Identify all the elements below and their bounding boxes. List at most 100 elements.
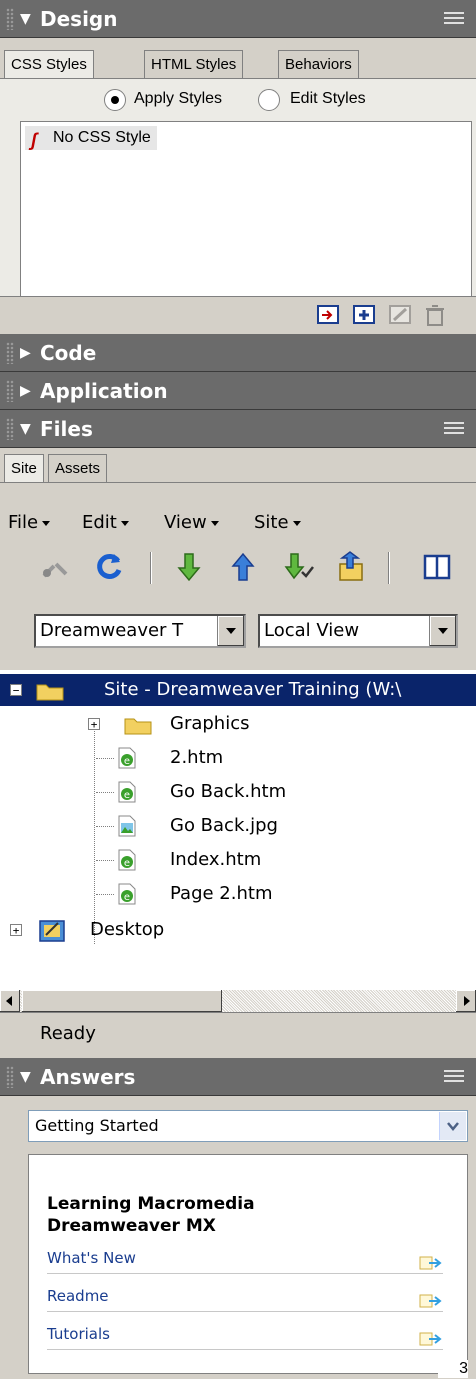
tree-item-label: 2.htm [170, 747, 224, 768]
html-file-icon: e [118, 883, 136, 905]
toolbar-separator [150, 552, 152, 584]
panel-title: Application [40, 379, 168, 403]
tree-root-row[interactable]: − Site - Dreamweaver Training (W:\ [0, 674, 476, 706]
menu-edit[interactable]: Edit [82, 508, 129, 538]
panel-title: Answers [40, 1065, 136, 1089]
tree-line [94, 722, 95, 944]
scroll-thumb[interactable] [22, 990, 222, 1012]
tab-site[interactable]: Site [4, 454, 44, 482]
go-arrow-icon[interactable] [419, 1327, 443, 1346]
chevron-down-icon[interactable] [217, 616, 244, 646]
put-files-icon[interactable] [226, 550, 260, 584]
scroll-right-icon[interactable] [456, 990, 476, 1012]
grip-icon[interactable] [6, 380, 14, 402]
answers-heading: Learning Macromedia Dreamweaver MX [47, 1194, 255, 1236]
get-files-icon[interactable] [172, 550, 206, 584]
expand-icon[interactable]: + [10, 924, 22, 936]
new-style-icon[interactable] [352, 303, 378, 327]
chevron-down-icon[interactable] [439, 1112, 466, 1140]
answers-content: Learning Macromedia Dreamweaver MX What'… [28, 1154, 468, 1374]
expand-arrow-icon[interactable]: ▼ [20, 410, 31, 448]
files-panel-header[interactable]: ▼ Files [0, 410, 476, 448]
menu-file[interactable]: File [8, 508, 51, 538]
svg-text:e: e [124, 756, 130, 767]
css-styles-list[interactable]: ʃ No CSS Style [20, 121, 472, 297]
design-tabs: CSS Styles HTML Styles Behaviors [0, 50, 476, 78]
attach-stylesheet-icon[interactable] [316, 303, 342, 327]
answers-panel-header[interactable]: ▼ Answers [0, 1058, 476, 1096]
chevron-down-icon[interactable] [429, 616, 456, 646]
toolbar-separator [388, 552, 390, 584]
svg-text:e: e [124, 892, 130, 903]
go-arrow-icon[interactable] [419, 1289, 443, 1308]
tree-item-label: Graphics [170, 713, 250, 734]
refresh-icon[interactable] [92, 550, 126, 584]
svg-text:e: e [124, 790, 130, 801]
tab-assets[interactable]: Assets [48, 454, 108, 482]
html-file-icon: e [118, 849, 136, 871]
options-menu-icon[interactable] [444, 9, 464, 27]
files-tabs: Site Assets [0, 454, 476, 483]
panel-title: Design [40, 7, 118, 31]
scroll-left-icon[interactable] [0, 990, 20, 1012]
edit-style-icon[interactable] [388, 303, 414, 327]
go-arrow-icon[interactable] [419, 1251, 443, 1270]
folder-icon [124, 714, 152, 735]
expand-icon[interactable]: + [88, 718, 100, 730]
collapsed-arrow-icon[interactable]: ▶ [20, 334, 31, 372]
tree-root-label: Site - Dreamweaver Training (W:\ [104, 679, 402, 700]
check-in-icon[interactable] [334, 550, 368, 584]
answers-select[interactable]: Getting Started [28, 1110, 468, 1142]
status-text: Ready [40, 1023, 96, 1044]
tab-behaviors[interactable]: Behaviors [278, 50, 359, 78]
tutorials-link[interactable]: Tutorials [47, 1319, 443, 1350]
menu-site[interactable]: Site [254, 508, 301, 538]
page-number: 3 [438, 1360, 468, 1378]
menu-view[interactable]: View [164, 508, 219, 538]
desktop-icon [38, 917, 66, 943]
view-select[interactable]: Local View [258, 614, 458, 648]
apply-styles-radio[interactable] [104, 89, 126, 111]
style-list-item[interactable]: ʃ No CSS Style [25, 126, 157, 150]
options-menu-icon[interactable] [444, 419, 464, 437]
tab-css-styles[interactable]: CSS Styles [4, 50, 94, 78]
panel-title: Files [40, 417, 93, 441]
expand-arrow-icon[interactable]: ▼ [20, 0, 31, 38]
code-panel-header[interactable]: ▶ Code [0, 334, 476, 372]
connect-icon[interactable] [38, 550, 72, 584]
collapse-icon[interactable]: − [10, 684, 22, 696]
status-bar: Ready [0, 1012, 476, 1059]
tree-item-label: Go Back.jpg [170, 815, 278, 836]
tree-item-label: Go Back.htm [170, 781, 287, 802]
edit-styles-label: Edit Styles [290, 90, 366, 107]
tab-html-styles[interactable]: HTML Styles [144, 50, 244, 78]
edit-styles-radio[interactable] [258, 89, 280, 111]
readme-link[interactable]: Readme [47, 1281, 443, 1312]
style-item-label: No CSS Style [53, 129, 151, 146]
options-menu-icon[interactable] [444, 1067, 464, 1085]
application-panel-header[interactable]: ▶ Application [0, 372, 476, 410]
whats-new-link[interactable]: What's New [47, 1243, 443, 1274]
collapsed-arrow-icon[interactable]: ▶ [20, 372, 31, 410]
grip-icon[interactable] [6, 418, 14, 440]
tree-item-label: Desktop [90, 919, 165, 940]
expand-arrow-icon[interactable]: ▼ [20, 1058, 31, 1096]
design-toolbar [0, 296, 476, 335]
grip-icon[interactable] [6, 342, 14, 364]
svg-text:e: e [124, 858, 130, 869]
design-panel-body: CSS Styles HTML Styles Behaviors Apply S… [0, 38, 476, 297]
tree-item-label: Index.htm [170, 849, 262, 870]
html-file-icon: e [118, 747, 136, 769]
design-panel-header[interactable]: ▼ Design [0, 0, 476, 38]
css-styles-pane: Apply Styles Edit Styles ʃ No CSS Style [0, 78, 476, 297]
expand-view-icon[interactable] [420, 550, 454, 584]
trash-icon[interactable] [422, 303, 448, 327]
grip-icon[interactable] [6, 1066, 14, 1088]
html-file-icon: e [118, 781, 136, 803]
check-out-icon[interactable] [282, 550, 316, 584]
site-select[interactable]: Dreamweaver T [34, 614, 246, 648]
panel-title: Code [40, 341, 97, 365]
site-file-tree[interactable]: − Site - Dreamweaver Training (W:\ + Gra… [0, 670, 476, 990]
horizontal-scrollbar[interactable] [0, 990, 476, 1012]
grip-icon[interactable] [6, 8, 14, 30]
